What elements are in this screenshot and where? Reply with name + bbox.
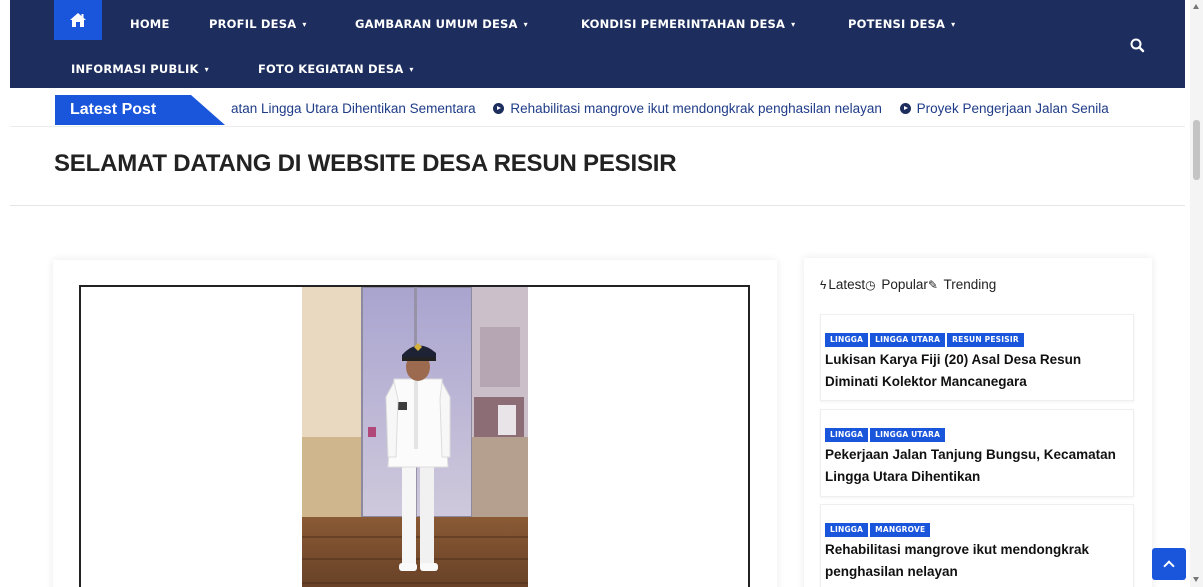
nav-item-kondisi-pemerintahan-desa[interactable]: KONDISI PEMERINTAHAN DESA ▾ [581, 17, 795, 31]
photo-frame [79, 285, 750, 587]
nav-item-label: PROFIL DESA [209, 17, 297, 31]
post-tags: LINGGA LINGGA UTARA RESUN PESISIR [825, 329, 1026, 347]
nav-item-label: FOTO KEGIATAN DESA [258, 62, 404, 76]
search-button[interactable] [1128, 36, 1148, 56]
village-head-photo [302, 287, 528, 587]
nav-item-gambaran-umum-desa[interactable]: GAMBARAN UMUM DESA ▾ [355, 17, 528, 31]
tab-label: Latest [828, 277, 866, 292]
tag-badge[interactable]: RESUN PESISIR [947, 333, 1024, 347]
tag-badge[interactable]: LINGGA [825, 428, 869, 442]
post-tags: LINGGA MANGROVE [825, 519, 932, 537]
tag-badge[interactable]: MANGROVE [870, 523, 931, 537]
scrollbar-thumb[interactable] [1193, 120, 1200, 180]
tab-latest[interactable]: ϟ Latest [820, 277, 865, 292]
clock-icon: ◷ [865, 278, 876, 292]
chevron-down-icon: ▾ [302, 20, 307, 29]
fire-icon: ✎ [927, 278, 938, 292]
circle-arrow-right-icon [493, 103, 505, 114]
post-title-link[interactable]: Rehabilitasi mangrove ikut mendongkrak p… [825, 539, 1125, 583]
home-icon [70, 13, 86, 27]
ticker-link[interactable]: Proyek Pengerjaan Jalan Senila [917, 101, 1109, 116]
ticker-label: Latest Post [55, 95, 225, 125]
latest-post-ticker: Latest Post atan Lingga Utara Dihentikan… [10, 93, 1185, 127]
ticker-link[interactable]: Rehabilitasi mangrove ikut mendongkrak p… [510, 101, 881, 116]
bolt-icon: ϟ [820, 278, 827, 292]
main-content-card [53, 260, 777, 587]
photo-illustration [302, 287, 528, 587]
tag-badge[interactable]: LINGGA [825, 333, 869, 347]
nav-home-button[interactable] [54, 0, 102, 40]
post-tags: LINGGA LINGGA UTARA [825, 424, 947, 442]
main-navbar: HOME PROFIL DESA ▾ GAMBARAN UMUM DESA ▾ KO… [10, 0, 1185, 88]
scroll-down-arrow-icon[interactable] [1193, 577, 1199, 582]
scroll-to-top-button[interactable] [1152, 548, 1186, 580]
tab-popular[interactable]: ◷ Popular [865, 277, 928, 292]
search-icon [1130, 38, 1145, 53]
ticker-label-text: Latest Post [70, 101, 157, 118]
post-title-link[interactable]: Pekerjaan Jalan Tanjung Bungsu, Kecamata… [825, 444, 1125, 488]
nav-item-label: GAMBARAN UMUM DESA [355, 17, 518, 31]
tab-trending[interactable]: ✎ Trending [928, 277, 996, 292]
tab-label: Trending [939, 277, 997, 292]
tag-badge[interactable]: LINGGA [825, 523, 869, 537]
post-title-link[interactable]: Lukisan Karya Fiji (20) Asal Desa Resun … [825, 349, 1125, 393]
nav-item-potensi-desa[interactable]: POTENSI DESA ▾ [848, 17, 955, 31]
divider [10, 205, 1185, 206]
ticker-track: atan Lingga Utara Dihentikan Sementara R… [231, 101, 1123, 116]
tag-badge[interactable]: LINGGA UTARA [870, 428, 946, 442]
nav-item-label: HOME [130, 17, 170, 31]
sidebar-widget: ϟ Latest◷ Popular✎ Trending LINGGA LINGGA … [804, 258, 1152, 587]
tag-badge[interactable]: LINGGA UTARA [870, 333, 946, 347]
list-item: LINGGA MANGROVE Rehabilitasi mangrove iku… [820, 504, 1134, 587]
page-title: SELAMAT DATANG DI WEBSITE DESA RESUN PES… [54, 150, 677, 177]
nav-item-label: POTENSI DESA [848, 17, 946, 31]
nav-item-label: KONDISI PEMERINTAHAN DESA [581, 17, 786, 31]
chevron-down-icon: ▾ [523, 20, 528, 29]
nav-item-profil-desa[interactable]: PROFIL DESA ▾ [209, 17, 307, 31]
chevron-down-icon: ▾ [204, 65, 209, 74]
page-scrollbar[interactable] [1190, 0, 1203, 587]
nav-item-informasi-publik[interactable]: INFORMASI PUBLIK ▾ [71, 62, 209, 76]
list-item: LINGGA LINGGA UTARA Pekerjaan Jalan Tanju… [820, 409, 1134, 497]
list-item: LINGGA LINGGA UTARA RESUN PESISIR Lukisan … [820, 314, 1134, 401]
sidebar-tabs: ϟ Latest◷ Popular✎ Trending [820, 277, 996, 292]
chevron-down-icon: ▾ [791, 20, 796, 29]
scroll-up-arrow-icon[interactable] [1193, 4, 1199, 9]
nav-item-label: INFORMASI PUBLIK [71, 62, 199, 76]
chevron-down-icon: ▾ [409, 65, 414, 74]
circle-arrow-right-icon [899, 103, 911, 114]
chevron-down-icon: ▾ [951, 20, 956, 29]
nav-item-foto-kegiatan-desa[interactable]: FOTO KEGIATAN DESA ▾ [258, 62, 414, 76]
nav-item-home[interactable]: HOME [130, 17, 170, 31]
tab-label: Popular [877, 277, 928, 292]
ticker-link[interactable]: atan Lingga Utara Dihentikan Sementara [231, 101, 476, 116]
